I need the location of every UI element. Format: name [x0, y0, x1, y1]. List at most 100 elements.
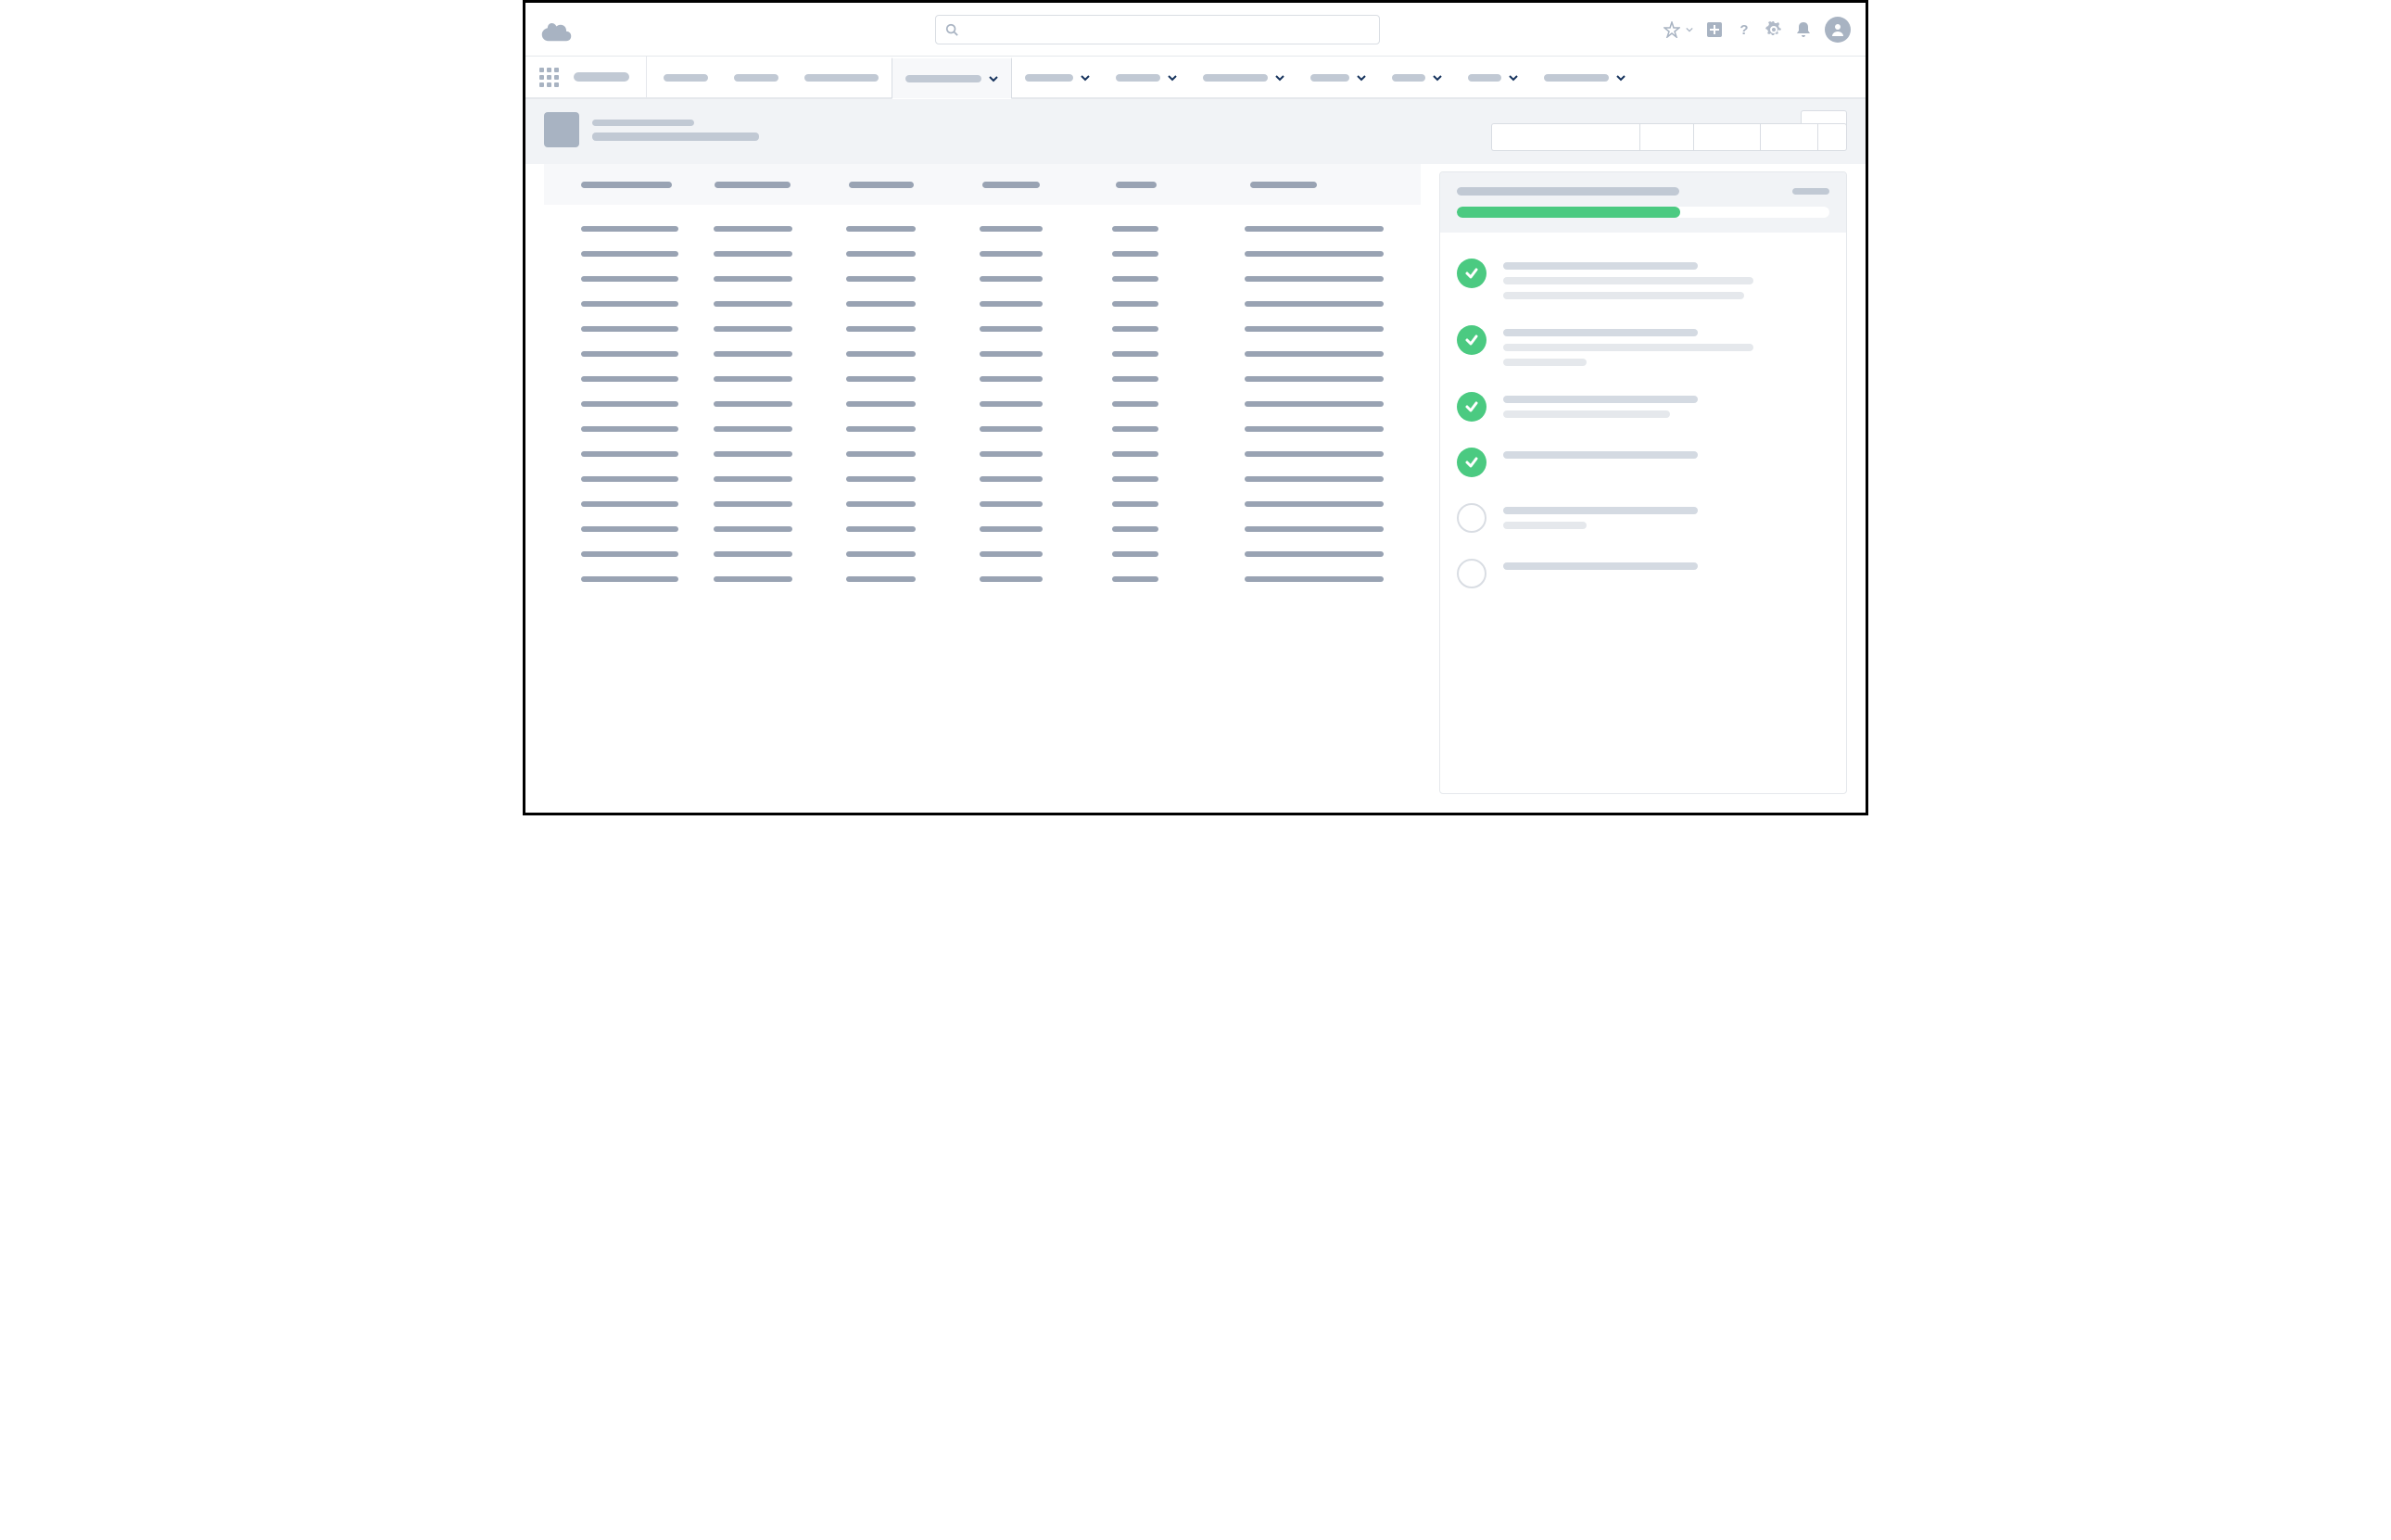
column-header-4[interactable] — [1116, 182, 1249, 188]
cell-value — [980, 476, 1043, 482]
table-row[interactable] — [581, 216, 1384, 241]
table-row[interactable] — [581, 266, 1384, 291]
action-button-1[interactable] — [1491, 123, 1639, 151]
cell-value — [714, 501, 792, 507]
cell-value — [1245, 576, 1384, 582]
checklist-text-line — [1503, 396, 1698, 403]
cell-value — [581, 551, 678, 557]
favorites-dropdown-icon[interactable] — [1686, 26, 1693, 33]
cell-value — [714, 426, 792, 432]
nav-tab-6[interactable] — [1190, 57, 1297, 97]
cell-value — [581, 501, 678, 507]
nav-tab-9[interactable] — [1455, 57, 1531, 97]
action-button-more[interactable] — [1817, 123, 1847, 151]
table-row[interactable] — [581, 441, 1384, 466]
cell-value — [1112, 276, 1158, 282]
nav-tab-4[interactable] — [1012, 57, 1103, 97]
cell-value — [980, 401, 1043, 407]
search-icon — [945, 23, 958, 36]
checklist-item-4[interactable] — [1457, 490, 1829, 546]
column-header-0[interactable] — [581, 182, 715, 188]
cell-value — [846, 226, 916, 232]
table-row[interactable] — [581, 516, 1384, 541]
action-button-4[interactable] — [1760, 123, 1817, 151]
column-header-2[interactable] — [849, 182, 982, 188]
cell-value — [1245, 326, 1384, 332]
svg-text:?: ? — [1739, 22, 1748, 38]
checklist-text-line — [1503, 451, 1698, 459]
setup-gear-icon[interactable] — [1765, 21, 1782, 38]
nav-tab-8[interactable] — [1379, 57, 1455, 97]
nav-tab-10[interactable] — [1531, 57, 1638, 97]
cell-value — [1245, 251, 1384, 257]
nav-tab-label — [664, 74, 708, 82]
column-header-3[interactable] — [982, 182, 1116, 188]
cell-value — [581, 326, 678, 332]
cell-value — [980, 426, 1043, 432]
table-row[interactable] — [581, 566, 1384, 591]
table-row[interactable] — [581, 466, 1384, 491]
checklist-text-line — [1503, 344, 1753, 351]
cell-value — [1112, 251, 1158, 257]
action-button-2[interactable] — [1639, 123, 1693, 151]
table-row[interactable] — [581, 366, 1384, 391]
nav-tab-3[interactable] — [892, 57, 1012, 99]
nav-tab-label — [1116, 74, 1160, 82]
nav-tab-7[interactable] — [1297, 57, 1379, 97]
person-icon — [1830, 22, 1845, 37]
cell-value — [581, 276, 678, 282]
check-complete-icon — [1457, 448, 1486, 477]
check-complete-icon — [1457, 259, 1486, 288]
cell-value — [1112, 301, 1158, 307]
help-icon[interactable]: ? — [1736, 21, 1752, 38]
data-table — [525, 164, 1421, 794]
favorites-icon[interactable] — [1664, 21, 1680, 38]
table-row[interactable] — [581, 316, 1384, 341]
notifications-bell-icon[interactable] — [1795, 21, 1812, 38]
cell-value — [714, 551, 792, 557]
panel-title — [1457, 187, 1679, 196]
checklist-item-1[interactable] — [1457, 312, 1829, 379]
check-incomplete-icon — [1457, 503, 1486, 533]
chevron-down-icon — [1081, 73, 1090, 82]
cell-value — [1245, 426, 1384, 432]
cell-value — [1112, 226, 1158, 232]
cell-value — [1245, 226, 1384, 232]
global-search[interactable] — [935, 15, 1380, 44]
table-row[interactable] — [581, 241, 1384, 266]
nav-tab-0[interactable] — [651, 57, 721, 97]
checklist-text-line — [1503, 562, 1698, 570]
user-avatar[interactable] — [1825, 17, 1851, 43]
nav-tab-5[interactable] — [1103, 57, 1190, 97]
checklist-item-2[interactable] — [1457, 379, 1829, 435]
table-row[interactable] — [581, 291, 1384, 316]
nav-tab-2[interactable] — [791, 57, 892, 97]
cell-value — [1112, 326, 1158, 332]
guidance-panel — [1439, 171, 1847, 794]
nav-tab-label — [1310, 74, 1349, 82]
cell-value — [714, 226, 792, 232]
column-header-1[interactable] — [715, 182, 848, 188]
nav-tab-label — [1544, 74, 1609, 82]
action-button-3[interactable] — [1693, 123, 1760, 151]
checklist-item-3[interactable] — [1457, 435, 1829, 490]
table-row[interactable] — [581, 541, 1384, 566]
column-header-5[interactable] — [1250, 182, 1384, 188]
nav-tab-1[interactable] — [721, 57, 791, 97]
table-row[interactable] — [581, 341, 1384, 366]
page-actions — [1491, 123, 1847, 151]
cell-value — [714, 376, 792, 382]
cell-value — [1245, 376, 1384, 382]
page-header — [525, 99, 1866, 164]
cell-value — [581, 401, 678, 407]
cell-value — [581, 576, 678, 582]
cell-value — [980, 276, 1043, 282]
table-row[interactable] — [581, 416, 1384, 441]
checklist-item-0[interactable] — [1457, 246, 1829, 312]
checklist-item-5[interactable] — [1457, 546, 1829, 601]
add-icon[interactable] — [1706, 21, 1723, 38]
app-launcher[interactable] — [535, 57, 563, 97]
table-row[interactable] — [581, 491, 1384, 516]
table-row[interactable] — [581, 391, 1384, 416]
cell-value — [846, 476, 916, 482]
